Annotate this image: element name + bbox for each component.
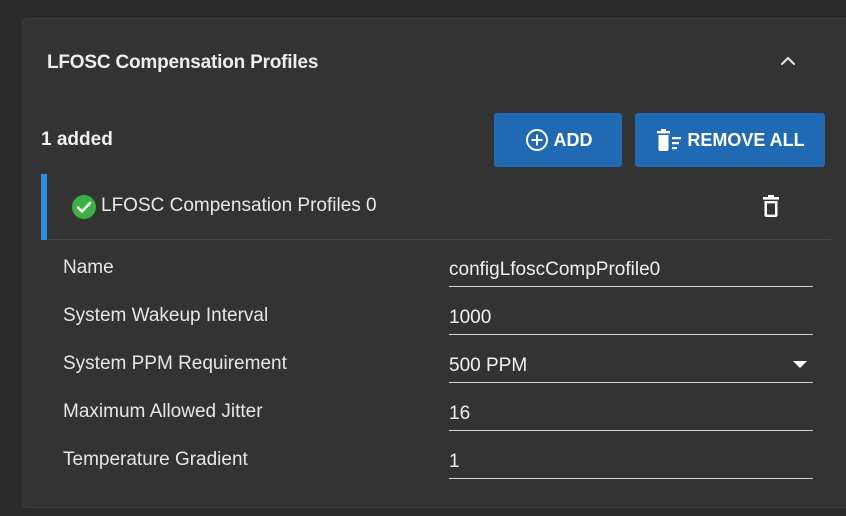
toolbar: 1 added ADD REMOVE ALL	[23, 113, 846, 169]
field-row-temperature-gradient: Temperature Gradient	[23, 437, 846, 485]
field-row-allowed-jitter: Maximum Allowed Jitter	[23, 389, 846, 437]
field-label-allowed-jitter: Maximum Allowed Jitter	[63, 401, 263, 422]
list-item[interactable]: LFOSC Compensation Profiles 0	[41, 174, 831, 240]
ppm-requirement-value: 500 PPM	[449, 355, 528, 376]
field-label-name: Name	[63, 257, 114, 278]
compensation-profiles-panel: LFOSC Compensation Profiles 1 added ADD	[22, 18, 846, 508]
added-count: 1 added	[41, 129, 113, 150]
delete-button[interactable]	[759, 192, 783, 220]
field-label-wakeup-interval: System Wakeup Interval	[63, 305, 269, 326]
selected-indicator	[41, 174, 47, 240]
panel-title: LFOSC Compensation Profiles	[47, 52, 319, 73]
add-circle-icon	[525, 129, 548, 151]
panel-header[interactable]: LFOSC Compensation Profiles	[23, 19, 846, 105]
trash-icon	[763, 195, 779, 217]
check-circle-icon	[72, 195, 96, 219]
wakeup-interval-input[interactable]	[449, 301, 813, 335]
chevron-up-icon	[780, 56, 796, 66]
field-row-wakeup-interval: System Wakeup Interval	[23, 293, 846, 341]
allowed-jitter-input[interactable]	[449, 397, 813, 431]
add-button-label: ADD	[553, 130, 593, 150]
add-button[interactable]: ADD	[494, 113, 622, 167]
field-row-ppm-requirement: System PPM Requirement 500 PPM	[23, 341, 846, 389]
delete-sweep-icon	[657, 129, 682, 151]
caret-down-icon	[793, 361, 807, 368]
field-row-name: Name	[23, 245, 846, 293]
remove-all-button[interactable]: REMOVE ALL	[635, 113, 825, 167]
ppm-requirement-select[interactable]: 500 PPM	[449, 349, 813, 383]
remove-all-button-label: REMOVE ALL	[687, 130, 805, 150]
temperature-gradient-input[interactable]	[449, 445, 813, 479]
collapse-button[interactable]	[774, 47, 802, 75]
field-label-ppm-requirement: System PPM Requirement	[63, 353, 287, 374]
name-input[interactable]	[449, 253, 813, 287]
list-item-label: LFOSC Compensation Profiles 0	[101, 195, 377, 216]
field-label-temperature-gradient: Temperature Gradient	[63, 449, 248, 470]
app-background: LFOSC Compensation Profiles 1 added ADD	[0, 0, 846, 516]
